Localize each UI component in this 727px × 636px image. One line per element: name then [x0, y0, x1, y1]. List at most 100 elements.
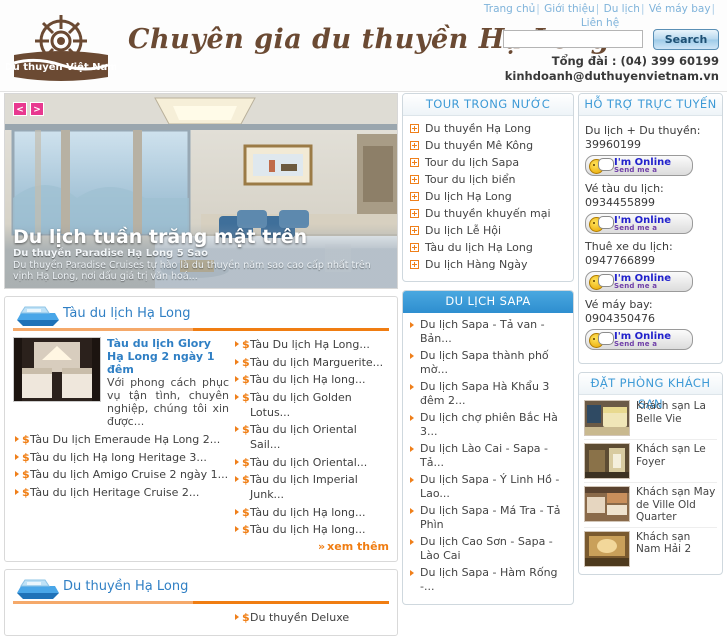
plus-box-icon: [410, 243, 419, 252]
list-item-label: Tàu du lịch Marguerite...: [250, 356, 383, 369]
list-item[interactable]: Du lịch chợ phiên Bắc Hà 3...: [409, 411, 567, 438]
yahoo-status-button[interactable]: I'm Online Send me a message: [585, 213, 693, 234]
sidebar-item-du-thuyen-khuyen-mai[interactable]: Du thuyền khuyến mại: [409, 206, 567, 222]
sidebar-item-du-thuyen-me-kong[interactable]: Du thuyền Mê Kông: [409, 138, 567, 154]
right-column: HỖ TRỢ TRỰC TUYẾN Du lịch + Du thuyền: 3…: [578, 93, 723, 583]
slider-next-button[interactable]: >: [30, 102, 44, 116]
list-item[interactable]: Du lịch Lào Cai - Sapa - Tả...: [409, 442, 567, 469]
list-item-label: Du lịch Sapa - Má Tra - Tả Phìn: [420, 504, 561, 531]
list-item[interactable]: Du lịch Cao Sơn - Sapa - Lào Cai: [409, 535, 567, 562]
see-more-icon: »: [318, 540, 325, 553]
list-item[interactable]: Khách sạn Le Foyer: [584, 440, 717, 483]
boat-icon: [15, 303, 61, 327]
plus-box-icon: [410, 226, 419, 235]
list-item[interactable]: $Tàu du lịch Oriental...: [233, 455, 389, 470]
sidebar-item-tour-du-lich-sapa[interactable]: Tour du lịch Sapa: [409, 155, 567, 171]
yahoo-status-button[interactable]: I'm Online Send me a message: [585, 271, 693, 292]
hotel-name: Khách sạn Le Foyer: [630, 443, 717, 468]
featured-title[interactable]: Tàu du lịch Glory Hạ Long 2 ngày 1 đêm: [107, 337, 229, 376]
search-button[interactable]: Search: [653, 29, 719, 50]
dollar-icon: $: [22, 485, 30, 500]
featured-item[interactable]: Tàu du lịch Glory Hạ Long 2 ngày 1 đêm V…: [13, 337, 229, 428]
list-item-label: Tour du lịch Sapa: [425, 156, 519, 169]
list-item[interactable]: Khách sạn Nam Hải 2: [584, 528, 717, 570]
list-item[interactable]: $Tàu du lịch Hạ long...: [233, 505, 389, 520]
list-item[interactable]: $Tàu Du lịch Emeraude Hạ Long 2...: [13, 432, 229, 447]
list-item[interactable]: $Tàu du lịch Amigo Cruise 2 ngày 1...: [13, 467, 229, 482]
panel-title: Du thuyền Hạ Long: [63, 579, 188, 594]
nav-ve-may-bay[interactable]: Vé máy bay: [649, 3, 711, 15]
search-input[interactable]: [503, 30, 643, 48]
list-item[interactable]: $Du thuyền Deluxe: [233, 610, 389, 625]
list-item[interactable]: Du lịch Sapa - Ý Linh Hồ - Lao...: [409, 473, 567, 500]
list-item[interactable]: $Tàu du lịch Hạ long...: [233, 522, 389, 537]
yahoo-status-button[interactable]: I'm Online Send me a message: [585, 155, 693, 176]
list-item[interactable]: $Tàu du lịch Hạ long...: [233, 372, 389, 387]
triangle-icon: [410, 539, 414, 545]
list-item-label: Tàu du lịch Hạ long...: [250, 373, 365, 386]
list-item[interactable]: Khách sạn La Belle Vie: [584, 397, 717, 440]
hero-subtitle: Du thuyền Paradise Hạ Long 5 Sao: [13, 248, 389, 260]
triangle-icon: [15, 471, 19, 477]
list-item[interactable]: $Tàu Du lịch Hạ Long...: [233, 337, 389, 352]
nav-trang-chu[interactable]: Trang chủ: [484, 3, 535, 15]
list-item[interactable]: Khách sạn May de Ville Old Quarter: [584, 483, 717, 528]
triangle-icon: [235, 526, 239, 532]
dollar-icon: $: [242, 337, 250, 352]
triangle-icon: [235, 359, 239, 365]
panel-right-content: $Du thuyền Deluxe: [229, 610, 389, 628]
hotel-thumbnail: [584, 400, 630, 436]
see-more-link[interactable]: »xem thêm: [233, 540, 389, 553]
list-item[interactable]: $Tàu du lịch Marguerite...: [233, 355, 389, 370]
list-item[interactable]: Du lịch Sapa thành phố mờ...: [409, 349, 567, 376]
triangle-icon: [235, 614, 239, 620]
list-item[interactable]: $Tàu du lịch Imperial Junk...: [233, 472, 389, 502]
sidebar-item-du-lich-hang-ngay[interactable]: Du lịch Hàng Ngày: [409, 257, 567, 273]
list-item-label: Du lịch Hạ Long: [425, 190, 512, 203]
panel-right-links: $Tàu Du lịch Hạ Long... $Tàu du lịch Mar…: [233, 337, 389, 537]
list-item[interactable]: $Tàu du lịch Oriental Sail...: [233, 422, 389, 452]
hotel-thumbnail: [584, 531, 630, 567]
nav-du-lich[interactable]: Du lịch: [604, 3, 640, 15]
sidebar-item-du-lich-le-hoi[interactable]: Du lịch Lễ Hội: [409, 223, 567, 239]
email-text: kinhdoanh@duthuyenvietnam.vn: [505, 69, 719, 84]
triangle-icon: [410, 415, 414, 421]
triangle-icon: [235, 426, 239, 432]
sidebar-item-du-thuyen-ha-long[interactable]: Du thuyền Hạ Long: [409, 121, 567, 137]
list-item[interactable]: Du lịch Sapa - Má Tra - Tả Phìn: [409, 504, 567, 531]
main-column: < > Du lịch tuần trăng mật trên Du thuyề…: [4, 93, 398, 636]
sidebar-item-tau-du-lich-ha-long[interactable]: Tàu du lịch Hạ Long: [409, 240, 567, 256]
sidebar-item-du-lich-ha-long[interactable]: Du lịch Hạ Long: [409, 189, 567, 205]
yahoo-status-button[interactable]: I'm Online Send me a message: [585, 329, 693, 350]
list-item-label: Du lịch Cao Sơn - Sapa - Lào Cai: [420, 535, 553, 562]
list-item-label: Du thuyền khuyến mại: [425, 207, 551, 220]
list-item-label: Du lịch Sapa - Hàm Rống -...: [420, 566, 558, 593]
plus-box-icon: [410, 124, 419, 133]
list-item-label: Du lịch Sapa thành phố mờ...: [420, 349, 549, 376]
list-item[interactable]: Du lịch Sapa Hà Khẩu 3 đêm 2...: [409, 380, 567, 407]
panel-left-content: Tàu du lịch Glory Hạ Long 2 ngày 1 đêm V…: [13, 337, 229, 553]
support-contact-label: Vé máy bay: 0904350476: [585, 298, 716, 326]
featured-description: Với phong cách phục vụ tận tình, chuyên …: [107, 376, 229, 428]
nav-gioi-thieu[interactable]: Giới thiệu: [544, 3, 595, 15]
list-item-label: Du lịch Sapa Hà Khẩu 3 đêm 2...: [420, 380, 549, 407]
panel-rule: [13, 328, 389, 331]
list-item[interactable]: Du lịch Sapa - Hàm Rống -...: [409, 566, 567, 593]
list-item-label: Du lịch Sapa - Tả van - Bản...: [420, 318, 545, 345]
card-title: DU LỊCH SAPA: [403, 291, 573, 313]
nav-lien-he[interactable]: Liên hệ: [581, 17, 619, 29]
hero-slider[interactable]: < > Du lịch tuần trăng mật trên Du thuyề…: [4, 93, 398, 289]
slider-prev-button[interactable]: <: [13, 102, 27, 116]
plus-box-icon: [410, 192, 419, 201]
triangle-icon: [410, 353, 414, 359]
list-item[interactable]: Du lịch Sapa - Tả van - Bản...: [409, 318, 567, 345]
site-logo[interactable]: Du thuyền Việt Nam: [6, 9, 116, 83]
sidebar-item-tour-du-lich-bien[interactable]: Tour du lịch biển: [409, 172, 567, 188]
list-item[interactable]: $Tàu du lịch Hạ long Heritage 3...: [13, 450, 229, 465]
support-contact-label: Vé tàu du lịch: 0934455899: [585, 182, 716, 210]
list-item-label: Du lịch Sapa - Ý Linh Hồ - Lao...: [420, 473, 559, 500]
list-item[interactable]: $Tàu du lịch Golden Lotus...: [233, 390, 389, 420]
speech-bubble-icon: [598, 216, 614, 229]
list-item[interactable]: $Tàu du lịch Heritage Cruise 2...: [13, 485, 229, 500]
status-subtitle: Send me a message: [614, 224, 692, 234]
